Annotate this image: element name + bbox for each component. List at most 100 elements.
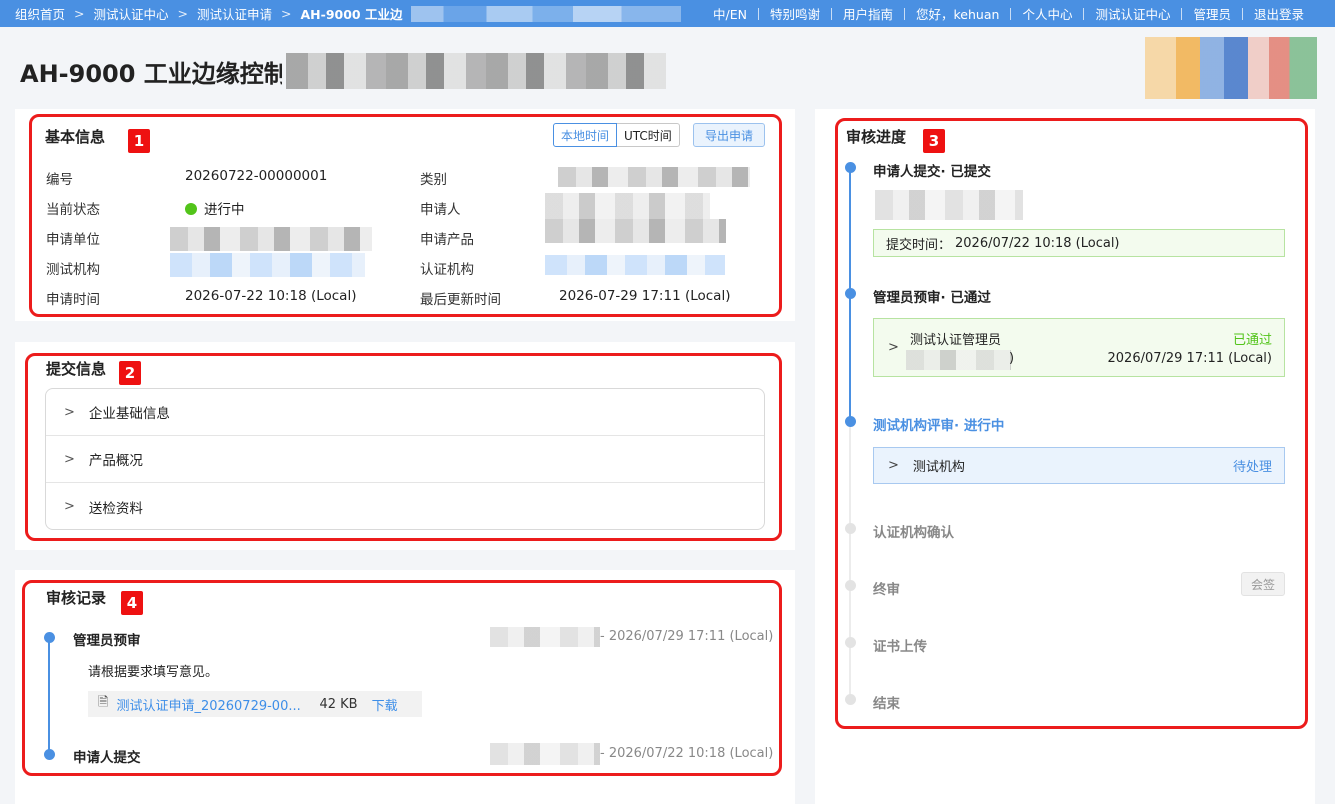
annotation-badge-1: 1 (128, 129, 150, 153)
chevron-right-icon: > (74, 6, 85, 21)
progress-timeline-line-pending (849, 421, 851, 701)
step-submit-title: 申请人提交· 已提交 (873, 164, 991, 180)
accordion-item-company-info[interactable]: > 企业基础信息 (46, 389, 764, 436)
time-zone-toggle: 本地时间 UTC时间 (553, 123, 680, 147)
submit-time-label: 提交时间： (886, 237, 952, 253)
file-icon: 🗎 (98, 695, 109, 710)
submit-time-box: 提交时间： 2026/07/22 10:18 (Local) (873, 229, 1285, 257)
local-time-option[interactable]: 本地时间 (553, 123, 618, 147)
thanks-link[interactable]: 特别鸣谢 (759, 4, 831, 23)
log-entry-title: 管理员预审 (73, 633, 141, 649)
chevron-right-icon: > (888, 340, 899, 355)
apply-time-label: 申请时间 (46, 292, 100, 308)
chevron-right-icon: > (281, 6, 292, 21)
status-dot-icon (185, 203, 197, 215)
admin-review-card[interactable]: > 测试认证管理员 已通过 ) 2026/07/29 17:11 (Local) (873, 318, 1285, 377)
step-final-title: 终审 (873, 582, 900, 598)
status-text: 进行中 (204, 202, 245, 218)
attachment-filename-link[interactable]: 测试认证申请_20260729-00... (116, 695, 311, 714)
log-entry-title: 申请人提交 (73, 750, 141, 766)
page-title-text: AH-9000 工业边缘控制器 (20, 59, 282, 88)
step-dot (845, 694, 856, 705)
attachment-row: 🗎 测试认证申请_20260729-00... 42 KB 下载 (88, 691, 422, 717)
annotation-badge-3: 3 (923, 129, 945, 153)
user-guide-link[interactable]: 用户指南 (832, 4, 904, 23)
logout-link[interactable]: 退出登录 (1243, 4, 1315, 23)
test-center-link[interactable]: 测试认证中心 (1084, 4, 1181, 23)
step-dot (845, 162, 856, 173)
profile-link[interactable]: 个人中心 (1011, 4, 1083, 23)
apply-time-value: 2026-07-22 10:18 (Local) (185, 288, 357, 304)
redacted-reviewer-id (906, 350, 1011, 370)
attachment-size: 42 KB (319, 696, 358, 712)
download-link[interactable]: 下载 (372, 695, 398, 714)
step-dot (845, 523, 856, 534)
log-entry-time: - 2026/07/22 10:18 (Local) (600, 746, 774, 761)
accordion-item-label: 送检资料 (88, 500, 143, 517)
redacted-submitter-name (875, 190, 1023, 220)
updated-time-label: 最后更新时间 (420, 292, 501, 308)
language-switch-link[interactable]: 中/EN (702, 4, 758, 23)
test-org-review-card[interactable]: > 测试机构 待处理 (873, 447, 1285, 484)
admin-link[interactable]: 管理员 (1182, 4, 1242, 23)
applicant-label: 申请人 (420, 202, 461, 218)
countersign-tag: 会签 (1241, 572, 1285, 596)
redacted-test-org (170, 253, 365, 277)
accordion-item-label: 企业基础信息 (88, 406, 170, 422)
redacted-breadcrumb (411, 5, 682, 22)
reviewer-name: 测试认证管理员 (910, 333, 1002, 348)
top-navigation-bar: 组织首页 > 测试认证中心 > 测试认证申请 > AH-9000 工业边 中/E… (0, 0, 1335, 27)
updated-time-value: 2026-07-29 17:11 (Local) (559, 288, 731, 304)
log-entry-time: - 2026/07/29 17:11 (Local) (600, 629, 774, 644)
reviewer-id-suffix: ) (1009, 351, 1015, 366)
annotation-badge-2: 2 (119, 361, 141, 385)
chevron-right-icon: > (64, 404, 75, 420)
review-time: 2026/07/29 17:11 (Local) (1107, 351, 1273, 366)
redacted-org (170, 227, 372, 251)
test-org-label: 测试机构 (46, 262, 100, 278)
submit-info-title: 提交信息 (46, 360, 107, 378)
redacted-title (286, 53, 666, 89)
step-admin-title: 管理员预审· 已通过 (873, 290, 991, 306)
breadcrumb-test-application[interactable]: 测试认证申请 (197, 4, 272, 23)
step-dot (845, 288, 856, 299)
page-title: AH-9000 工业边缘控制器 (20, 53, 666, 89)
log-timeline-line (48, 637, 50, 753)
redacted-category (558, 167, 750, 187)
review-status: 待处理 (1232, 460, 1272, 475)
submit-info-accordion: > 企业基础信息 > 产品概况 > 送检资料 (45, 388, 765, 530)
step-dot (845, 580, 856, 591)
accordion-item-submission-docs[interactable]: > 送检资料 (46, 483, 764, 529)
id-label: 编号 (46, 172, 73, 188)
product-label: 申请产品 (420, 232, 474, 248)
status-label: 当前状态 (46, 202, 100, 218)
export-application-button[interactable]: 导出申请 (693, 123, 765, 147)
annotation-badge-4: 4 (121, 591, 143, 615)
chevron-right-icon: > (64, 499, 75, 514)
log-entry-comment: 请根据要求填写意见。 (88, 665, 219, 680)
redacted-reviewer (490, 627, 600, 647)
step-test-org-title: 测试机构评审· 进行中 (873, 418, 1005, 434)
chevron-right-icon: > (64, 451, 75, 467)
status-value: 进行中 (185, 198, 245, 218)
breadcrumb-current: AH-9000 工业边 (300, 7, 403, 22)
chevron-right-icon: > (888, 458, 899, 473)
greeting-text: 您好，kehuan (916, 7, 1000, 22)
step-cert-upload-title: 证书上传 (873, 639, 927, 655)
step-cert-confirm-title: 认证机构确认 (873, 525, 954, 541)
reviewer-name: 测试机构 (912, 460, 965, 475)
basic-info-title: 基本信息 (45, 128, 106, 146)
review-result: 已通过 (1232, 333, 1272, 348)
category-label: 类别 (420, 172, 447, 188)
submit-time-value: 2026/07/22 10:18 (Local) (955, 235, 1120, 251)
review-progress-title: 审核进度 (846, 128, 907, 146)
chevron-right-icon: > (177, 6, 188, 21)
step-dot (845, 637, 856, 648)
accordion-item-product-overview[interactable]: > 产品概况 (46, 436, 764, 483)
cert-org-label: 认证机构 (420, 262, 474, 278)
breadcrumb-test-center[interactable]: 测试认证中心 (94, 4, 169, 23)
breadcrumb-org-home[interactable]: 组织首页 (15, 4, 65, 23)
org-label: 申请单位 (46, 232, 100, 248)
utc-time-option[interactable]: UTC时间 (617, 123, 680, 147)
log-dot (44, 632, 55, 643)
